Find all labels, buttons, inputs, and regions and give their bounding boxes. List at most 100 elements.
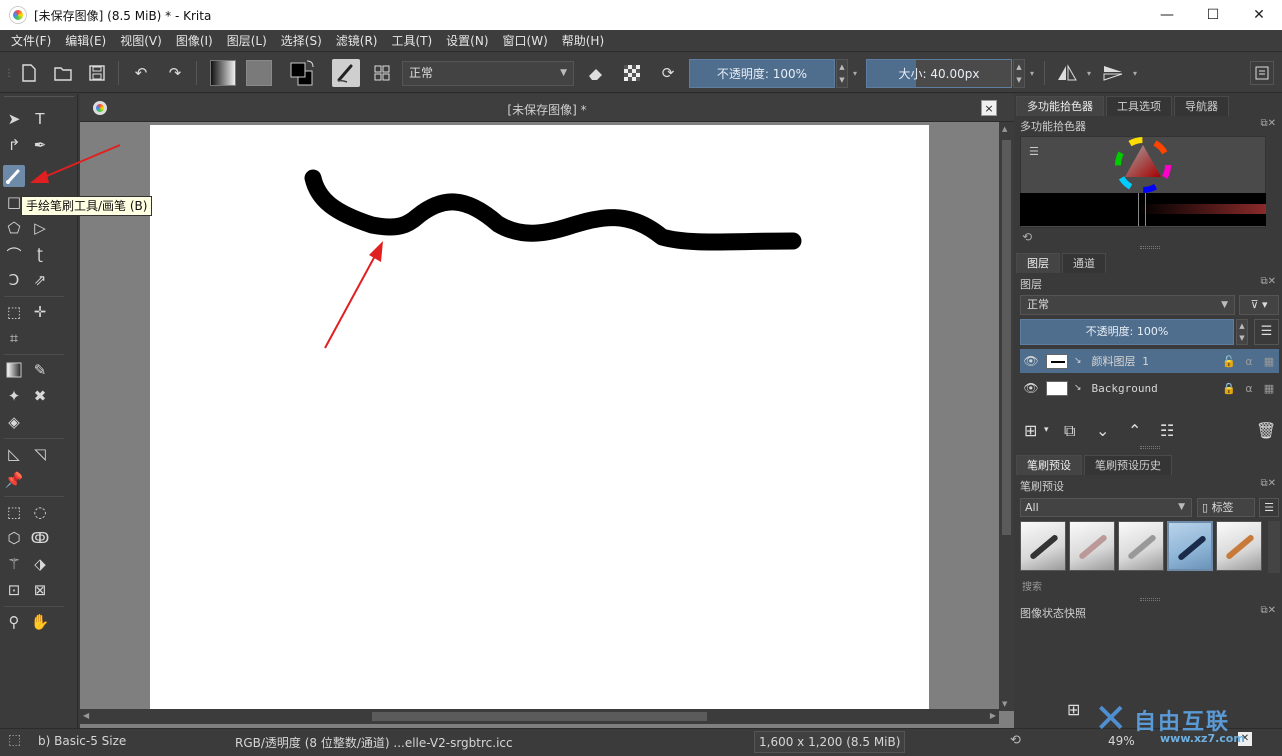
opacity-dropdown-icon[interactable]: ▾ [850, 61, 860, 85]
freehand-select-tool-icon[interactable]: ↂ [29, 527, 51, 549]
brush-settings-icon[interactable] [370, 61, 394, 85]
redo-icon[interactable]: ↷ [164, 61, 186, 85]
preset-tag-button[interactable]: ▯ 标签 [1197, 498, 1255, 517]
new-document-icon[interactable] [18, 61, 40, 85]
tab-advanced-color-selector[interactable]: 多功能拾色器 [1016, 96, 1104, 116]
reference-images-tool-icon[interactable]: 📌 [3, 469, 25, 491]
visibility-eye-icon[interactable]: 👁 [1020, 354, 1042, 368]
snapshot-float-close-icon[interactable]: ⧉✕ [1260, 605, 1276, 616]
size-dropdown-icon[interactable]: ▾ [1027, 61, 1037, 85]
close-document-button[interactable]: × [981, 100, 997, 116]
layers-float-close-icon[interactable]: ⧉✕ [1260, 276, 1276, 287]
color-history-strip[interactable] [1020, 193, 1266, 226]
tab-overview[interactable]: 导航器 [1174, 96, 1229, 116]
brush-preset-icon[interactable] [332, 59, 360, 87]
tab-layers[interactable]: 图层 [1016, 253, 1060, 273]
tab-channels[interactable]: 通道 [1062, 253, 1106, 273]
preset-search-field[interactable]: 搜索 [1022, 578, 1042, 593]
magic-wand-tool-icon[interactable]: ⚚ [3, 553, 25, 575]
opacity-slider[interactable]: 不透明度: 100% [689, 59, 835, 88]
preset-filter-select[interactable]: All ▼ [1020, 498, 1192, 517]
menu-layer[interactable]: 图层(L) [220, 32, 274, 49]
alpha-lock-icon[interactable]: α [1239, 355, 1259, 368]
mirror-h-dropdown-icon[interactable]: ▾ [1084, 61, 1094, 85]
menu-window[interactable]: 窗口(W) [496, 32, 555, 49]
snapshot-list[interactable] [1020, 622, 1266, 692]
layer-opacity-spin[interactable]: ▲ ▼ [1236, 319, 1248, 345]
rect-select-tool-icon[interactable]: ⬚ [3, 501, 25, 523]
layer-row[interactable]: 👁 ↘ Background 🔒 α ▦ [1020, 376, 1279, 400]
freehand-brush-tool-icon[interactable] [3, 165, 25, 187]
workspace-menu-icon[interactable] [1250, 61, 1274, 85]
undo-icon[interactable]: ↶ [130, 61, 152, 85]
polygon-select-tool-icon[interactable]: ⬡ [3, 527, 25, 549]
blend-mode-select[interactable]: 正常 ▼ [402, 61, 574, 86]
mirror-v-dropdown-icon[interactable]: ▾ [1130, 61, 1140, 85]
menu-help[interactable]: 帮助(H) [555, 32, 611, 49]
horizontal-scrollbar[interactable]: ◀ ▶ [80, 709, 999, 724]
save-icon[interactable] [86, 61, 108, 85]
polygon-tool-icon[interactable]: ⬠ [3, 217, 25, 239]
color-wheel-triangle[interactable] [1113, 137, 1173, 193]
vertical-scroll-thumb[interactable] [1002, 140, 1011, 535]
scroll-down-icon[interactable]: ▼ [1002, 700, 1007, 708]
mirror-horizontal-icon[interactable] [1054, 61, 1080, 85]
preserve-alpha-icon[interactable] [620, 61, 644, 85]
layer-properties-sliders-icon[interactable]: ☷ [1160, 421, 1174, 440]
menu-tools[interactable]: 工具(T) [384, 32, 439, 49]
gradient-selector[interactable] [210, 60, 236, 86]
menu-file[interactable]: 文件(F) [4, 32, 58, 49]
scroll-up-icon[interactable]: ▲ [1002, 125, 1007, 133]
multibrush-tool-icon[interactable]: ⇗ [29, 269, 51, 291]
layer-blend-mode-select[interactable]: 正常 ▼ [1020, 295, 1235, 315]
add-snapshot-icon[interactable]: ⊞ [1067, 700, 1080, 719]
tab-tool-options[interactable]: 工具选项 [1106, 96, 1172, 116]
document-tab[interactable]: [未保存图像] * × [80, 94, 1014, 122]
scroll-left-icon[interactable]: ◀ [83, 711, 89, 720]
vertical-scrollbar[interactable]: ▲ ▼ [999, 122, 1014, 711]
move-layer-up-icon[interactable]: ⌃ [1128, 421, 1141, 440]
preset-view-menu-icon[interactable]: ☰ [1259, 498, 1279, 517]
layer-row[interactable]: 👁 ↘ 颜料图层 1 🔓 α ▦ [1020, 349, 1279, 373]
inherit-alpha-icon[interactable]: ▦ [1259, 382, 1279, 395]
menu-image[interactable]: 图像(I) [169, 32, 220, 49]
delete-layer-icon[interactable]: 🗑 [1256, 421, 1276, 440]
dynamic-brush-tool-icon[interactable]: Ↄ [3, 269, 25, 291]
color-picker-tool-icon[interactable]: ✎ [29, 359, 51, 381]
horizontal-scroll-thumb[interactable] [372, 712, 707, 721]
menu-view[interactable]: 视图(V) [113, 32, 169, 49]
menu-edit[interactable]: 编辑(E) [58, 32, 113, 49]
lock-icon[interactable]: 🔒 [1219, 382, 1239, 395]
tab-brush-preset-history[interactable]: 笔刷预设历史 [1084, 455, 1172, 475]
similar-select-tool-icon[interactable]: ⬗ [29, 553, 51, 575]
layer-filter-icon[interactable]: ⊽ ▾ [1239, 295, 1279, 315]
polyline-tool-icon[interactable]: ▷ [29, 217, 51, 239]
maximize-button[interactable]: ☐ [1190, 0, 1236, 30]
freehand-path-tool-icon[interactable]: ʈ [29, 243, 51, 265]
fill-tool-icon[interactable]: ◈ [3, 411, 25, 433]
preset-scrollbar[interactable] [1268, 521, 1280, 573]
move-layer-down-icon[interactable]: ⌄ [1096, 421, 1109, 440]
canvas-paper[interactable] [150, 125, 929, 709]
alpha-lock-icon[interactable]: α [1239, 382, 1259, 395]
color-refresh-icon[interactable]: ⟲ [1022, 230, 1032, 244]
fg-bg-color-swatch[interactable] [288, 58, 316, 88]
preset-item[interactable] [1069, 521, 1115, 571]
menu-filter[interactable]: 滤镜(R) [329, 32, 385, 49]
inherit-alpha-icon[interactable]: ▦ [1259, 355, 1279, 368]
selection-mode-icon[interactable]: ⬚ [8, 732, 21, 748]
menu-select[interactable]: 选择(S) [274, 32, 329, 49]
layer-properties-icon[interactable]: ☰ [1254, 319, 1279, 345]
reload-preset-icon[interactable]: ⟳ [656, 61, 680, 85]
transform-tool-icon[interactable]: ⬚ [3, 301, 25, 323]
mirror-vertical-icon[interactable] [1100, 61, 1126, 85]
tab-brush-presets[interactable]: 笔刷预设 [1016, 455, 1082, 475]
scroll-right-icon[interactable]: ▶ [990, 711, 996, 720]
ellipse-select-tool-icon[interactable]: ◌ [29, 501, 51, 523]
pattern-selector[interactable] [246, 60, 272, 86]
move-tool-icon[interactable]: ✛ [29, 301, 51, 323]
opacity-spin[interactable]: ▲ ▼ [836, 59, 848, 88]
measure-tool-icon[interactable]: ◺ [3, 443, 25, 465]
menu-settings[interactable]: 设置(N) [439, 32, 495, 49]
edit-shapes-tool-icon[interactable]: ↱ [3, 134, 25, 156]
